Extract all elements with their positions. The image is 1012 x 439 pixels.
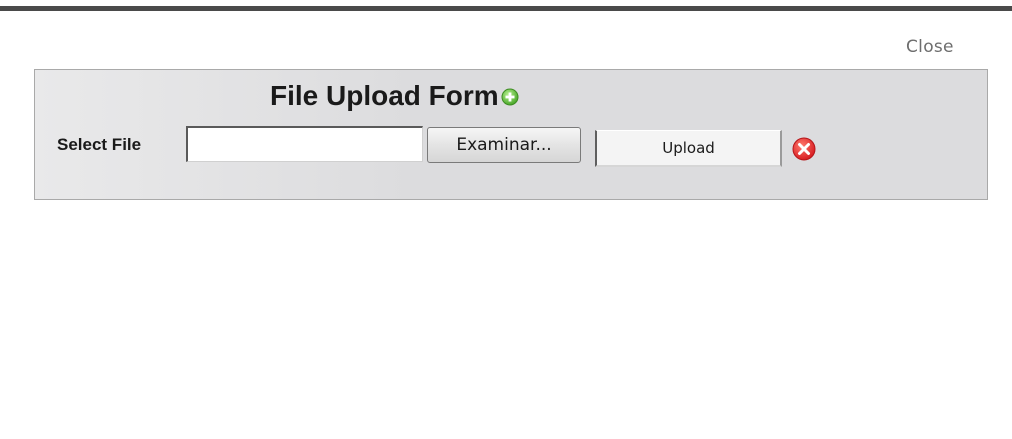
file-upload-form-panel: File Upload Form Select File Examinar...… — [34, 69, 988, 200]
upload-dialog: Close File Upload Form Select File Exami… — [0, 0, 1012, 439]
close-link[interactable]: Close — [906, 37, 954, 57]
form-title-row: File Upload Form — [270, 80, 519, 112]
add-circle-icon[interactable] — [501, 88, 519, 106]
browse-button[interactable]: Examinar... — [427, 127, 581, 163]
top-border-bar — [0, 6, 1012, 11]
select-file-label: Select File — [57, 135, 142, 154]
upload-button[interactable]: Upload — [595, 130, 782, 167]
remove-circle-icon[interactable] — [792, 137, 816, 161]
form-title: File Upload Form — [270, 80, 499, 111]
file-path-input[interactable] — [186, 126, 423, 162]
